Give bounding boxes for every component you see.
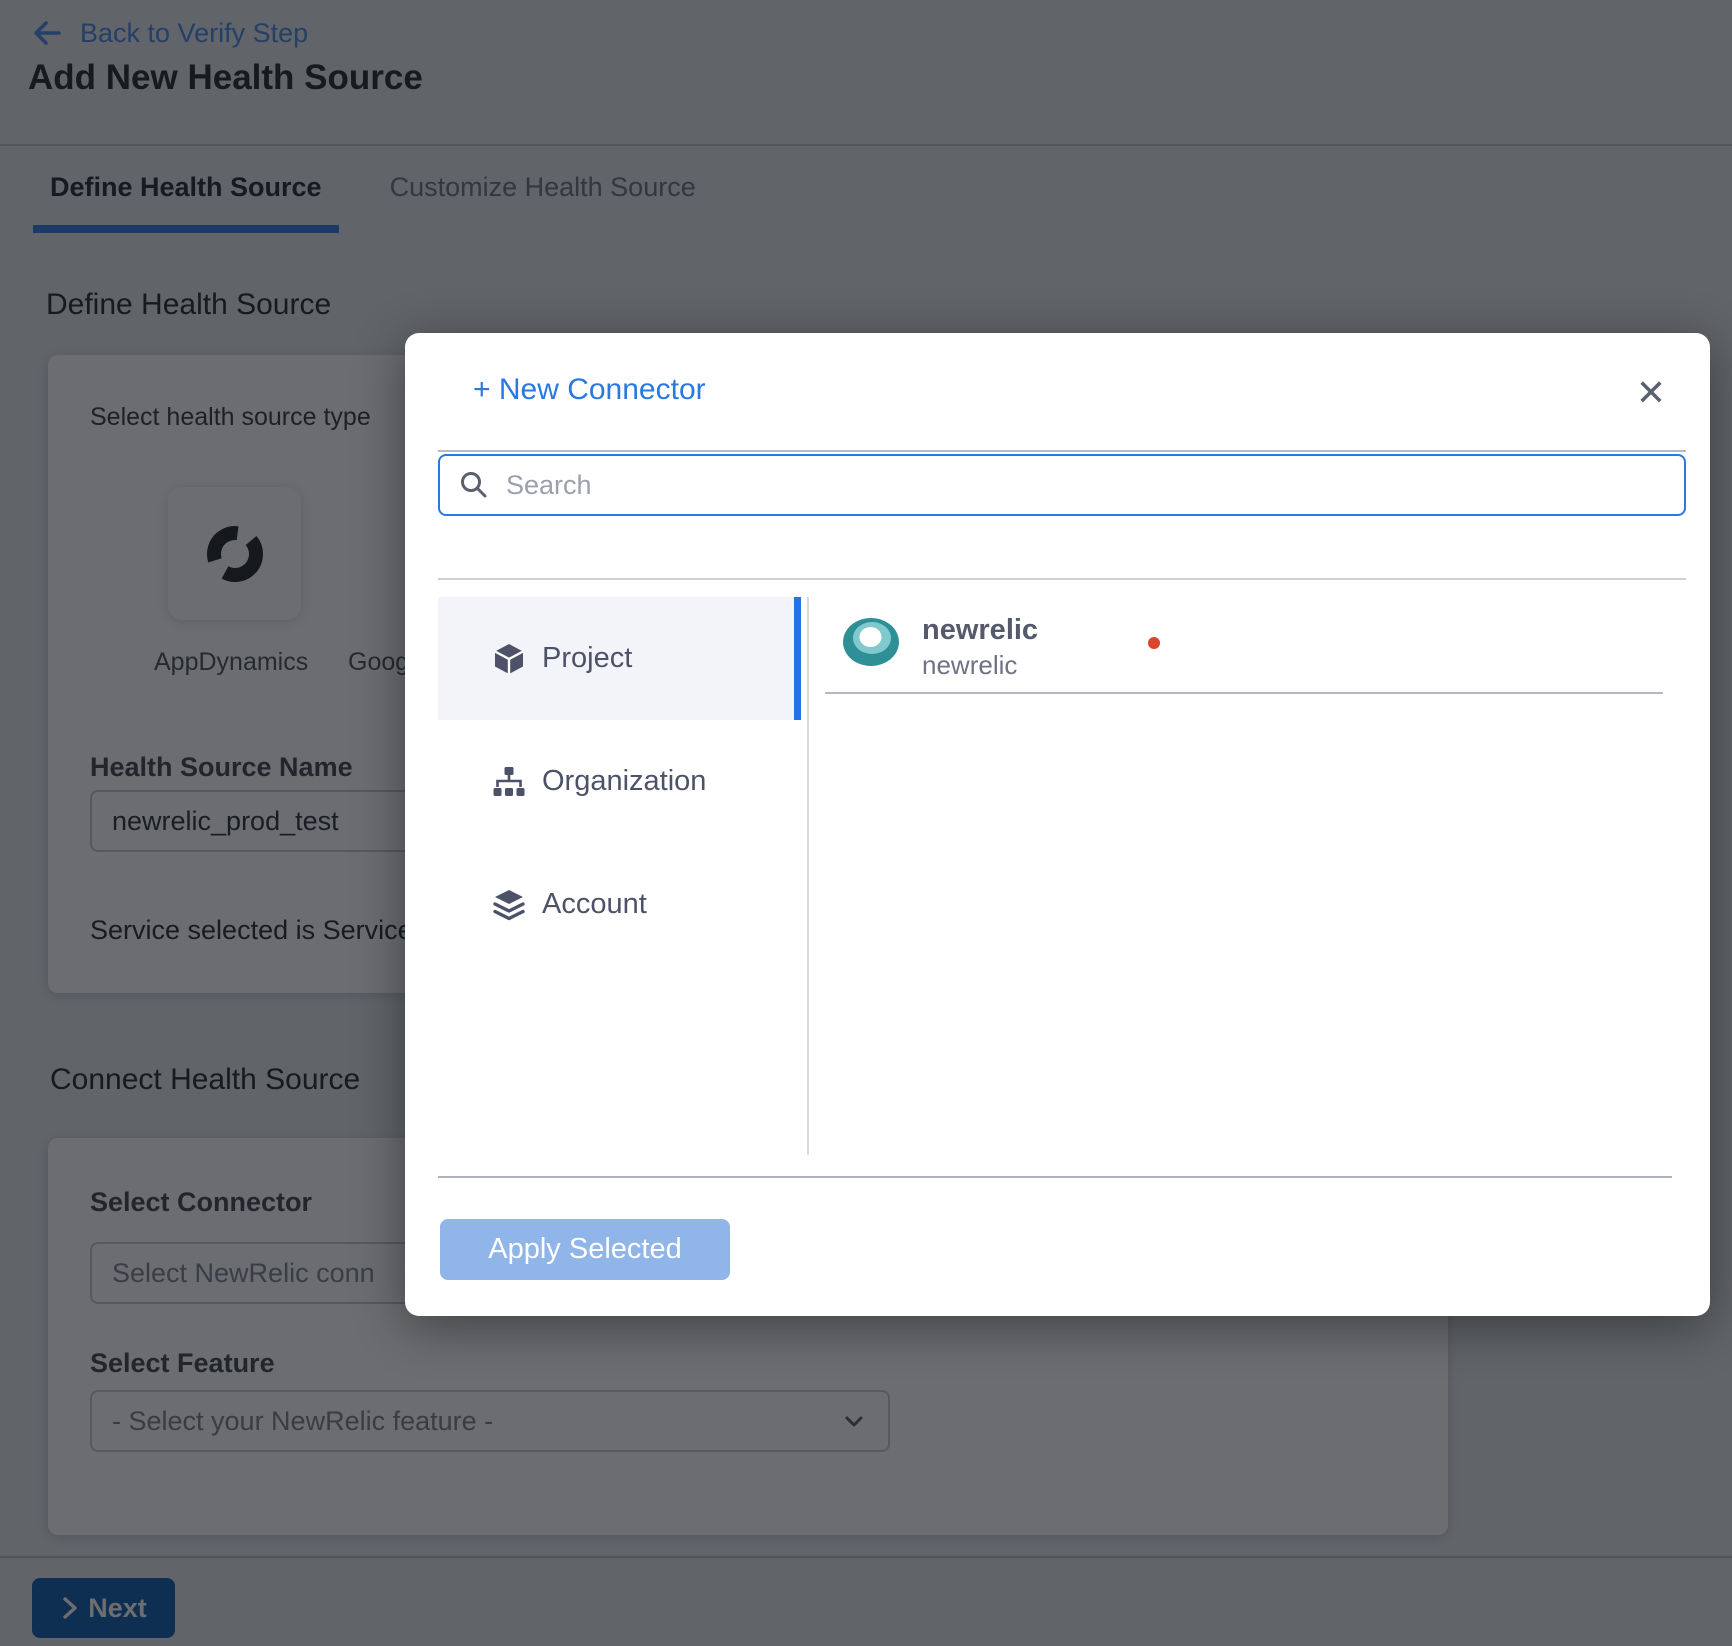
search-icon <box>458 469 490 501</box>
cube-icon <box>492 642 526 676</box>
connector-select-modal: + New Connector ✕ Project <box>405 333 1710 1316</box>
modal-content-divider <box>438 578 1686 580</box>
status-dot-icon <box>1148 637 1160 649</box>
scope-item-account[interactable]: Account <box>438 843 797 966</box>
close-icon[interactable]: ✕ <box>1636 375 1666 411</box>
scope-item-organization[interactable]: Organization <box>438 720 797 843</box>
apply-selected-button[interactable]: Apply Selected <box>440 1219 730 1280</box>
org-chart-icon <box>492 765 526 799</box>
connector-row-divider <box>825 692 1663 694</box>
scope-label: Project <box>542 642 632 675</box>
layers-icon <box>492 888 526 922</box>
sidebar-divider <box>807 597 809 1155</box>
selected-indicator-bar <box>794 597 801 720</box>
connector-id: newrelic <box>922 651 1038 680</box>
scope-list: Project Organization Account <box>438 597 797 966</box>
scope-label: Account <box>542 888 647 921</box>
newrelic-logo-icon <box>842 617 900 667</box>
scope-item-project[interactable]: Project <box>438 597 797 720</box>
new-connector-link[interactable]: + New Connector <box>473 373 706 407</box>
connector-texts: newrelic newrelic <box>922 615 1038 679</box>
scope-label: Organization <box>542 765 706 798</box>
search-box <box>438 454 1686 516</box>
apply-section-divider <box>438 1176 1672 1178</box>
connector-row-newrelic[interactable]: newrelic newrelic <box>842 615 1160 679</box>
search-input[interactable] <box>504 469 1684 502</box>
connector-name: newrelic <box>922 615 1038 647</box>
search-top-divider <box>438 450 1686 452</box>
